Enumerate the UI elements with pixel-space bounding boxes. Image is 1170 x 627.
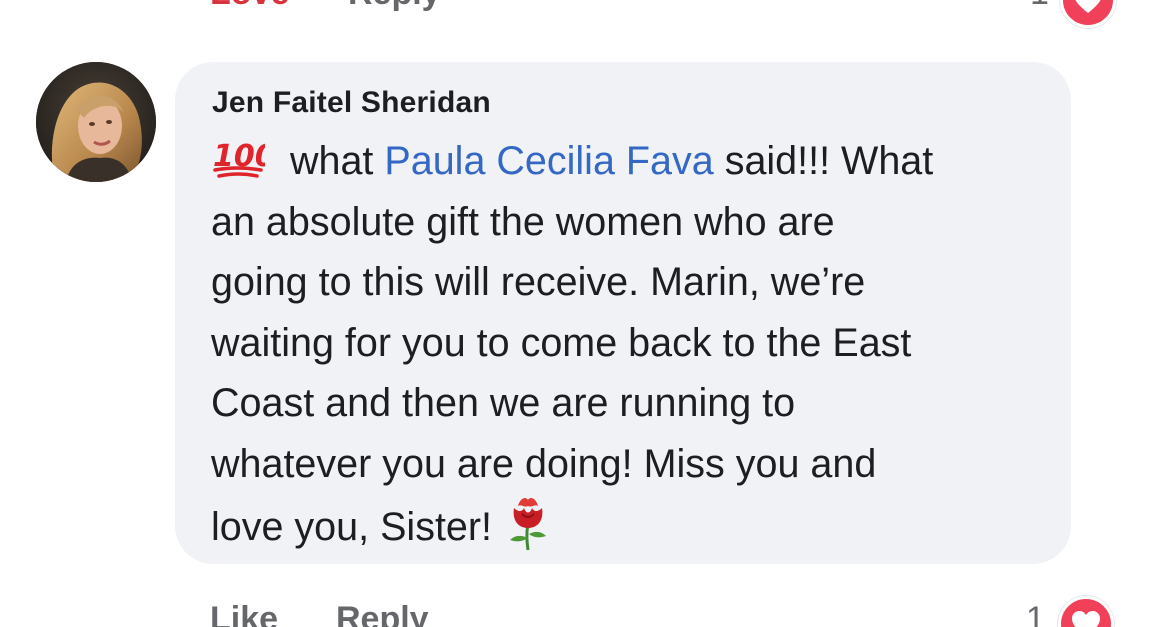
avatar[interactable] (36, 62, 156, 182)
comment-line: waiting for you to come back to the East (211, 320, 912, 365)
comment-text-segment: what (279, 139, 385, 183)
hundred-points-icon: 100 (211, 135, 276, 178)
rose-icon (502, 494, 554, 552)
comment-line: going to this will receive. Marin, we’re (211, 260, 866, 304)
love-reaction-link[interactable]: Love (210, 0, 289, 13)
like-link[interactable]: Like (210, 600, 278, 627)
comment-text-segment: said!!! What (713, 139, 934, 183)
comment-actions: Like Reply 1 (0, 596, 1170, 627)
comment-author-name[interactable]: Jen Faitel Sheridan (212, 86, 491, 120)
comment-thread-view: Love Reply 1 (0, 0, 1170, 627)
heart-icon[interactable] (1060, 0, 1116, 28)
reply-link[interactable]: Reply (348, 0, 441, 13)
comment-line: whatever you are doing! Miss you and (211, 441, 877, 486)
reaction-count: 1 (1026, 600, 1045, 627)
comment-line: 100 what Paula Cecilia Fava said!!! What (211, 131, 1061, 192)
comment-text: 100 what Paula Cecilia Fava said!!! What… (211, 131, 1061, 558)
comment-line: an absolute gift the women who are (211, 199, 835, 244)
comment-line: love you, Sister! (211, 494, 1061, 558)
previous-comment-actions: Love Reply 1 (0, 0, 1170, 28)
comment-text-segment: love you, Sister! (211, 505, 493, 549)
mention-link[interactable]: Paula Cecilia Fava (384, 139, 713, 183)
reaction-count: 1 (1030, 0, 1049, 13)
heart-icon[interactable] (1058, 596, 1114, 627)
comment-line: Coast and then we are running to (211, 381, 796, 425)
reply-link[interactable]: Reply (336, 600, 429, 627)
